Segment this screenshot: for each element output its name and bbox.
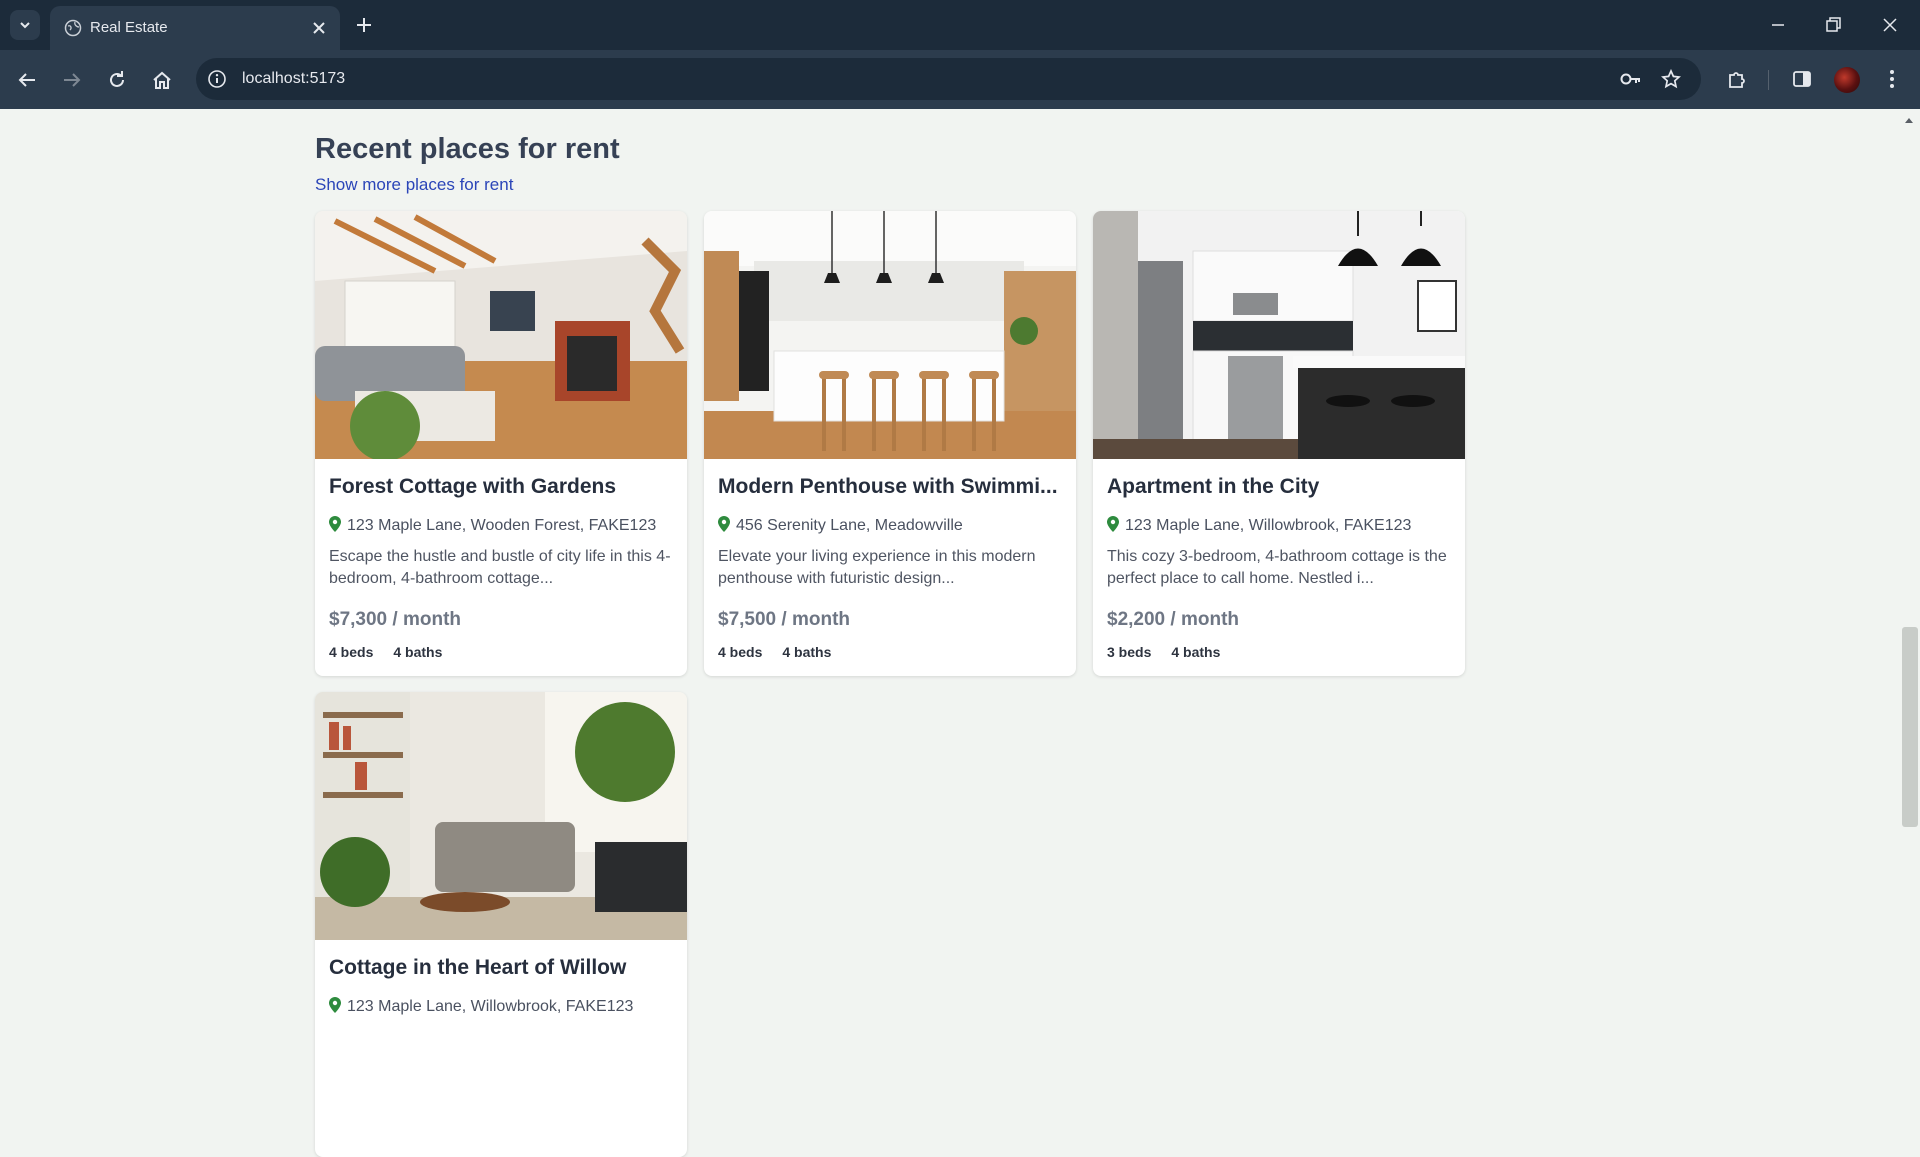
- listing-address: 123 Maple Lane, Wooden Forest, FAKE123: [329, 516, 679, 535]
- side-panel-icon[interactable]: [1791, 68, 1813, 90]
- listing-specs: 4 beds 4 baths: [329, 644, 462, 660]
- price-amount: $7,300: [329, 609, 388, 630]
- globe-icon: [64, 19, 82, 37]
- listing-address: 123 Maple Lane, Willowbrook, FAKE123: [329, 997, 679, 1016]
- listing-address-text: 123 Maple Lane, Willowbrook, FAKE123: [347, 998, 634, 1015]
- browser-toolbar: localhost:5173: [0, 50, 1920, 109]
- more-vertical-icon[interactable]: [1884, 68, 1900, 90]
- site-info-icon[interactable]: [207, 69, 227, 89]
- listing-card[interactable]: Modern Penthouse with Swimmi... 456 Sere…: [704, 211, 1076, 676]
- url-text[interactable]: localhost:5173: [242, 70, 345, 88]
- beds-count: 4 beds: [718, 644, 763, 660]
- minimize-icon[interactable]: [1768, 15, 1788, 35]
- page-content: Recent places for rent Show more places …: [0, 109, 1920, 1157]
- listing-price: $7,500 / month: [718, 609, 850, 631]
- listing-title[interactable]: Apartment in the City: [1107, 475, 1452, 499]
- listing-title[interactable]: Forest Cottage with Gardens: [329, 475, 674, 499]
- listing-specs: 3 beds 4 baths: [1107, 644, 1240, 660]
- chevron-down-icon: [20, 22, 30, 29]
- listing-card[interactable]: Apartment in the City 123 Maple Lane, Wi…: [1093, 211, 1465, 676]
- scrollbar-thumb[interactable]: [1902, 627, 1918, 827]
- baths-count: 4 baths: [782, 644, 832, 660]
- section-title: Recent places for rent: [315, 133, 620, 165]
- listing-address: 123 Maple Lane, Willowbrook, FAKE123: [1107, 516, 1457, 535]
- address-bar[interactable]: localhost:5173: [196, 58, 1701, 100]
- bookmark-star-icon[interactable]: [1661, 69, 1681, 89]
- beds-count: 4 beds: [329, 644, 374, 660]
- map-pin-icon: [718, 516, 730, 532]
- tab-title: Real Estate: [90, 19, 168, 36]
- price-amount: $7,500: [718, 609, 777, 630]
- price-suffix: / month: [1165, 609, 1240, 630]
- listing-address-text: 123 Maple Lane, Willowbrook, FAKE123: [1125, 517, 1412, 534]
- listing-card[interactable]: Cottage in the Heart of Willow 123 Maple…: [315, 692, 687, 1157]
- plant-living-room-photo: [315, 692, 687, 940]
- kitchen-island-photo: [704, 211, 1076, 459]
- profile-avatar[interactable]: [1834, 67, 1860, 93]
- living-room-photo: [315, 211, 687, 459]
- listing-title[interactable]: Modern Penthouse with Swimmi...: [718, 475, 1063, 499]
- listing-address: 456 Serenity Lane, Meadowville: [718, 516, 1068, 535]
- scrollbar-track[interactable]: [1900, 109, 1920, 1014]
- password-key-icon[interactable]: [1620, 70, 1642, 88]
- extensions-puzzle-icon[interactable]: [1726, 68, 1748, 90]
- toolbar-divider: [1768, 70, 1769, 90]
- window-close-icon[interactable]: [1880, 15, 1900, 35]
- price-suffix: / month: [776, 609, 851, 630]
- listing-title[interactable]: Cottage in the Heart of Willow: [329, 956, 674, 980]
- listing-description: This cozy 3-bedroom, 4-bathroom cottage …: [1107, 548, 1447, 587]
- back-arrow-icon[interactable]: [16, 69, 38, 91]
- listing-description: Elevate your living experience in this m…: [718, 548, 1036, 587]
- tab-search-button[interactable]: [10, 10, 40, 40]
- browser-tab[interactable]: Real Estate: [50, 6, 340, 50]
- map-pin-icon: [329, 997, 341, 1013]
- reload-icon[interactable]: [106, 69, 128, 91]
- beds-count: 3 beds: [1107, 644, 1152, 660]
- listing-price: $2,200 / month: [1107, 609, 1239, 631]
- forward-arrow-icon[interactable]: [61, 69, 83, 91]
- restore-icon[interactable]: [1823, 15, 1843, 35]
- browser-tabstrip: Real Estate: [0, 0, 1920, 50]
- listing-description: Escape the hustle and bustle of city lif…: [329, 548, 671, 587]
- close-icon[interactable]: [310, 19, 328, 37]
- price-suffix: / month: [387, 609, 462, 630]
- listing-price: $7,300 / month: [329, 609, 461, 631]
- home-icon[interactable]: [151, 69, 173, 91]
- kitchen-photo: [1093, 211, 1465, 459]
- listing-specs: 4 beds 4 baths: [718, 644, 851, 660]
- plus-icon[interactable]: [354, 15, 374, 35]
- listing-card[interactable]: Forest Cottage with Gardens 123 Maple La…: [315, 211, 687, 676]
- baths-count: 4 baths: [393, 644, 443, 660]
- map-pin-icon: [1107, 516, 1119, 532]
- show-more-link[interactable]: Show more places for rent: [315, 175, 513, 195]
- listing-address-text: 123 Maple Lane, Wooden Forest, FAKE123: [347, 517, 657, 534]
- listing-address-text: 456 Serenity Lane, Meadowville: [736, 517, 963, 534]
- map-pin-icon: [329, 516, 341, 532]
- price-amount: $2,200: [1107, 609, 1166, 630]
- baths-count: 4 baths: [1171, 644, 1221, 660]
